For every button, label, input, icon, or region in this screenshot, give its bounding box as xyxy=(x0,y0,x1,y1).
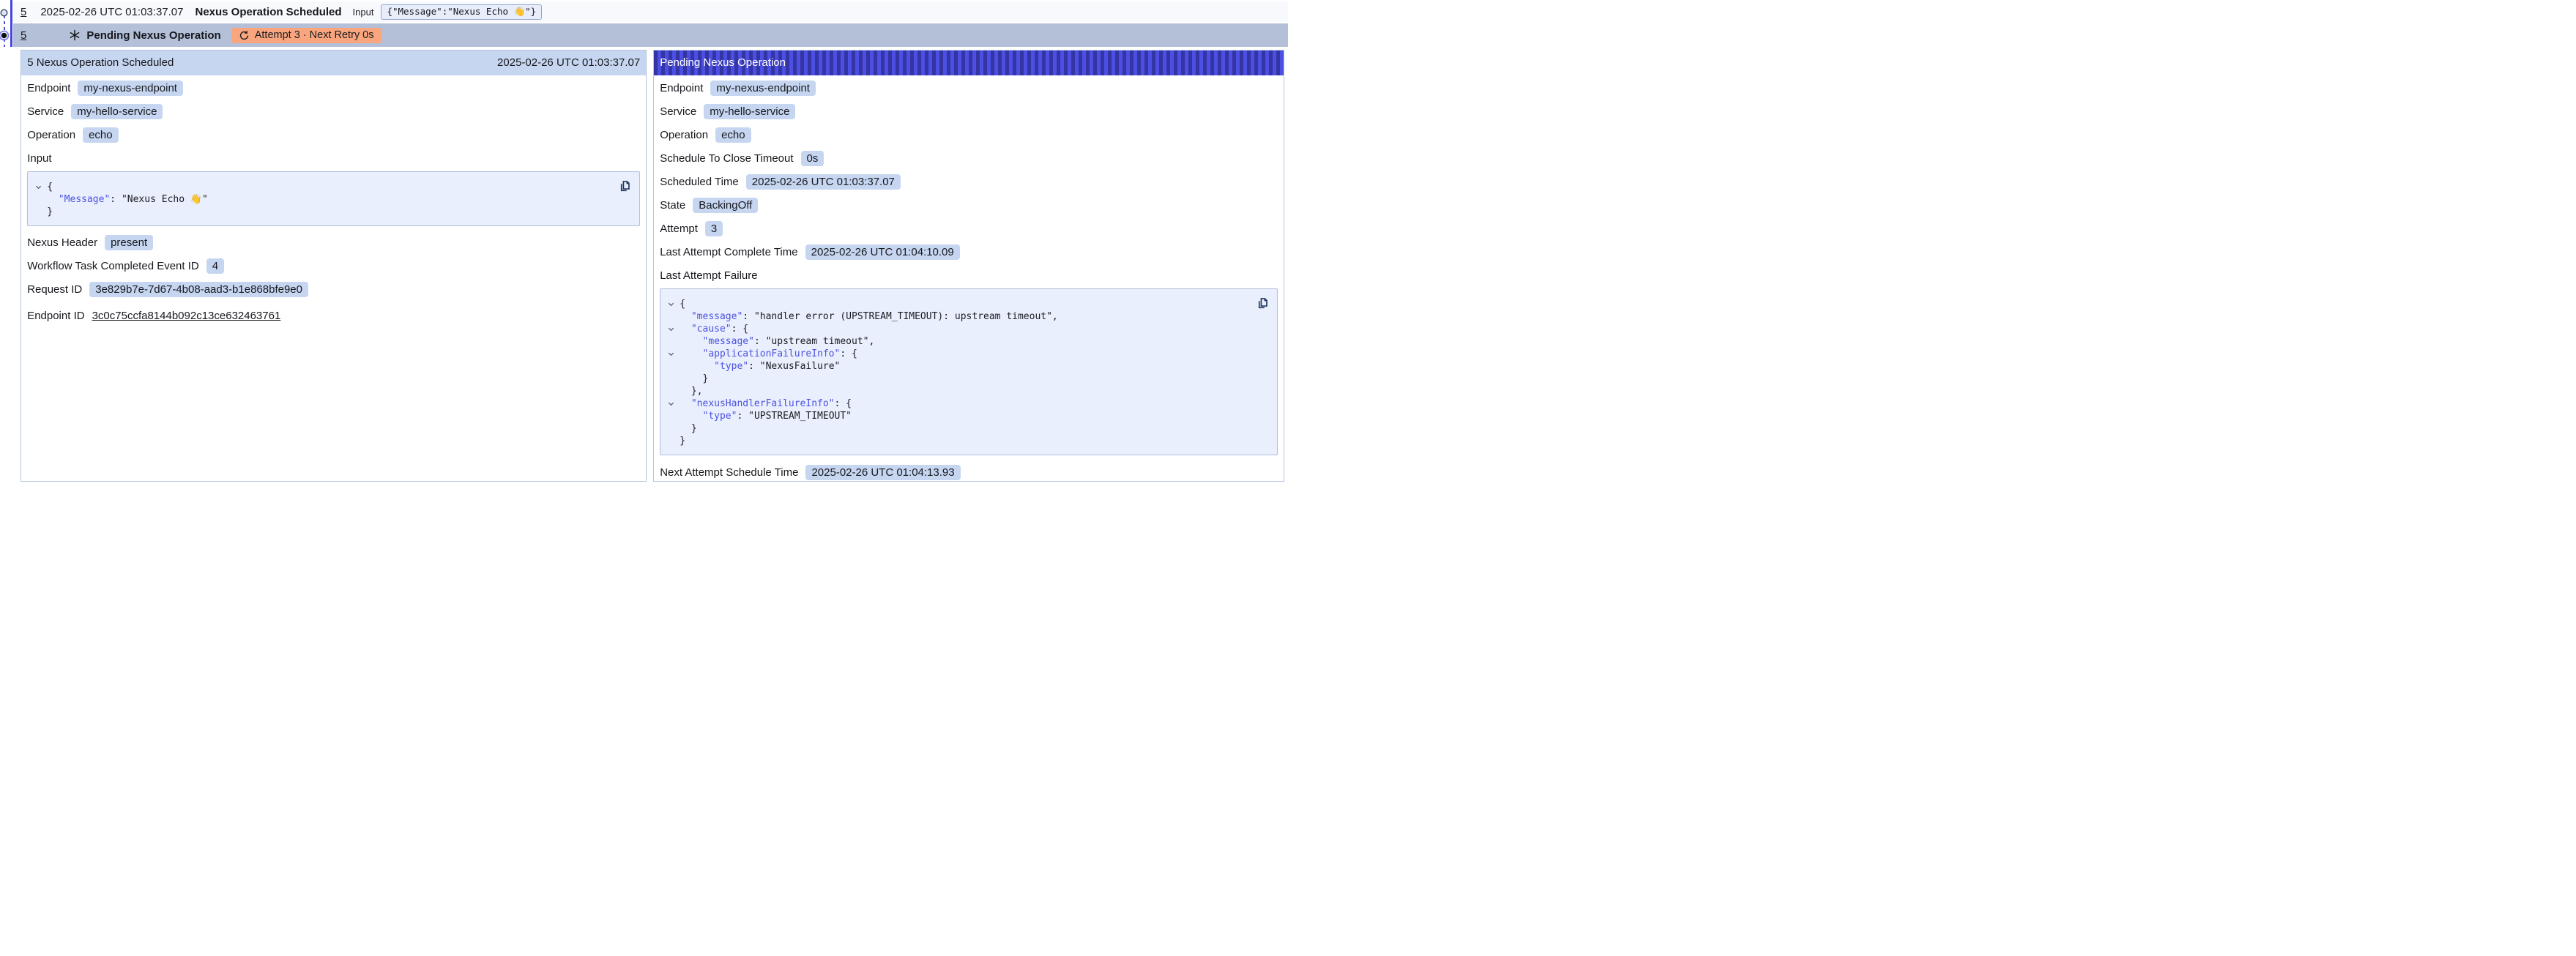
event-input-chip[interactable]: {"Message":"Nexus Echo 👋"} xyxy=(381,4,542,20)
detail-row-endpoint-id: Endpoint ID 3c0c75ccfa8144b092c13ce632463… xyxy=(27,309,646,323)
detail-label: Endpoint xyxy=(660,82,703,94)
last-attempt-failure-label: Last Attempt Failure xyxy=(660,269,1284,283)
scheduled-panel-header: 5 Nexus Operation Scheduled 2025-02-26 U… xyxy=(21,51,646,75)
pending-panel-title: Pending Nexus Operation xyxy=(660,56,786,69)
detail-row-nexus-header: Nexus Header present xyxy=(27,236,646,250)
code-line: { xyxy=(35,181,610,193)
pending-operation-panel: Pending Nexus Operation Endpoint my-nexus… xyxy=(653,50,1284,482)
event-timeline-rail xyxy=(0,0,21,478)
detail-row-wft-completed-event-id: Workflow Task Completed Event ID 4 xyxy=(27,259,646,273)
chevron-down-icon[interactable] xyxy=(668,400,680,407)
detail-value-badge: my-nexus-endpoint xyxy=(710,81,816,96)
retry-attempt-badge: Attempt 3 · Next Retry 0s xyxy=(231,28,381,43)
detail-value-badge: 0s xyxy=(801,151,824,166)
endpoint-id-link[interactable]: 3c0c75ccfa8144b092c13ce632463761 xyxy=(92,310,281,322)
detail-label: Operation xyxy=(660,129,708,141)
code-line: "cause": { xyxy=(668,323,1248,335)
detail-value-badge: my-hello-service xyxy=(704,104,795,119)
chevron-down-icon[interactable] xyxy=(668,301,680,307)
detail-label: Endpoint ID xyxy=(27,310,84,322)
event-group-bar xyxy=(10,0,13,47)
detail-value-badge: 4 xyxy=(206,258,224,274)
input-section-label: Input xyxy=(27,152,646,165)
detail-value-badge: 3 xyxy=(705,221,723,236)
detail-label: Workflow Task Completed Event ID xyxy=(27,260,199,272)
scheduled-event-panel: 5 Nexus Operation Scheduled 2025-02-26 U… xyxy=(21,50,647,482)
retry-badge-text: Attempt 3 · Next Retry 0s xyxy=(255,29,374,41)
detail-row-state: State BackingOff xyxy=(660,198,1284,212)
code-line: "type": "NexusFailure" xyxy=(668,360,1248,373)
detail-row-next-attempt-schedule-time: Next Attempt Schedule Time 2025-02-26 UTC… xyxy=(660,466,1284,479)
event-row-scheduled[interactable]: 5 2025-02-26 UTC 01:03:37.07 Nexus Opera… xyxy=(13,1,1289,22)
copy-icon[interactable] xyxy=(617,179,632,194)
event-row-pending[interactable]: 5 Pending Nexus Operation Attempt 3 · Ne… xyxy=(13,23,1289,47)
code-line: } xyxy=(668,422,1248,435)
code-line: { xyxy=(668,298,1248,310)
detail-row-request-id: Request ID 3e829b7e-7d67-4b08-aad3-b1e868… xyxy=(27,283,646,296)
retry-icon xyxy=(239,30,250,41)
input-json-viewer: { "Message": "Nexus Echo 👋"} xyxy=(27,171,640,226)
detail-row-service: Service my-hello-service xyxy=(660,105,1284,119)
code-line: } xyxy=(668,435,1248,447)
event-id-link[interactable]: 5 xyxy=(21,6,26,18)
detail-row-schedule-to-close-timeout: Schedule To Close Timeout 0s xyxy=(660,152,1284,165)
detail-row-scheduled-time: Scheduled Time 2025-02-26 UTC 01:03:37.07 xyxy=(660,175,1284,189)
detail-value-badge: 2025-02-26 UTC 01:03:37.07 xyxy=(746,174,901,190)
detail-value-badge: echo xyxy=(715,127,751,143)
detail-value-badge: my-hello-service xyxy=(71,104,163,119)
detail-row-endpoint: Endpoint my-nexus-endpoint xyxy=(660,81,1284,95)
detail-row-attempt: Attempt 3 xyxy=(660,222,1284,236)
code-line: "nexusHandlerFailureInfo": { xyxy=(668,397,1248,410)
detail-row-operation: Operation echo xyxy=(660,128,1284,142)
open-circle-icon xyxy=(0,7,8,20)
code-line: }, xyxy=(668,385,1248,397)
code-line: } xyxy=(35,206,610,218)
detail-label: Next Attempt Schedule Time xyxy=(660,466,798,479)
detail-label: Last Attempt Complete Time xyxy=(660,246,797,258)
detail-label: Schedule To Close Timeout xyxy=(660,152,793,165)
filled-circle-icon xyxy=(0,30,10,45)
asterisk-icon xyxy=(69,29,81,41)
event-timestamp: 2025-02-26 UTC 01:03:37.07 xyxy=(40,6,183,18)
copy-icon[interactable] xyxy=(1255,296,1270,311)
chevron-down-icon[interactable] xyxy=(668,351,680,357)
code-line: "message": "upstream timeout", xyxy=(668,335,1248,348)
detail-value-badge: echo xyxy=(83,127,119,143)
detail-label: State xyxy=(660,199,685,212)
detail-label: Nexus Header xyxy=(27,236,97,249)
chevron-down-icon[interactable] xyxy=(668,326,680,332)
detail-value-badge: BackingOff xyxy=(693,198,758,213)
detail-value-badge: present xyxy=(105,235,153,250)
scheduled-panel-timestamp: 2025-02-26 UTC 01:03:37.07 xyxy=(497,56,640,69)
detail-row-operation: Operation echo xyxy=(27,128,646,142)
failure-json-viewer: { "message": "handler error (UPSTREAM_TI… xyxy=(660,288,1278,455)
detail-label: Attempt xyxy=(660,223,698,235)
pending-panel-header: Pending Nexus Operation xyxy=(654,51,1284,75)
detail-row-service: Service my-hello-service xyxy=(27,105,646,119)
detail-label: Operation xyxy=(27,129,75,141)
detail-value-badge: 2025-02-26 UTC 01:04:13.93 xyxy=(805,465,960,480)
event-id-link[interactable]: 5 xyxy=(21,29,26,42)
code-line: } xyxy=(668,373,1248,385)
detail-label: Endpoint xyxy=(27,82,70,94)
code-line: "type": "UPSTREAM_TIMEOUT" xyxy=(668,410,1248,422)
detail-label: Request ID xyxy=(27,283,82,296)
pending-operation-title: Pending Nexus Operation xyxy=(86,29,220,42)
detail-label: Service xyxy=(660,105,696,118)
code-line: "applicationFailureInfo": { xyxy=(668,348,1248,360)
scheduled-panel-title: 5 Nexus Operation Scheduled xyxy=(27,56,174,69)
event-input-label: Input xyxy=(353,7,374,18)
event-name: Nexus Operation Scheduled xyxy=(195,6,341,18)
chevron-down-icon[interactable] xyxy=(35,184,47,190)
code-line: "Message": "Nexus Echo 👋" xyxy=(35,193,610,206)
detail-row-endpoint: Endpoint my-nexus-endpoint xyxy=(27,81,646,95)
detail-value-badge: 3e829b7e-7d67-4b08-aad3-b1e868bfe9e0 xyxy=(89,282,308,297)
detail-label: Scheduled Time xyxy=(660,176,739,188)
detail-label: Service xyxy=(27,105,64,118)
detail-value-badge: my-nexus-endpoint xyxy=(78,81,183,96)
code-line: "message": "handler error (UPSTREAM_TIME… xyxy=(668,310,1248,323)
detail-value-badge: 2025-02-26 UTC 01:04:10.09 xyxy=(805,244,960,260)
detail-row-last-attempt-complete-time: Last Attempt Complete Time 2025-02-26 UTC… xyxy=(660,245,1284,259)
